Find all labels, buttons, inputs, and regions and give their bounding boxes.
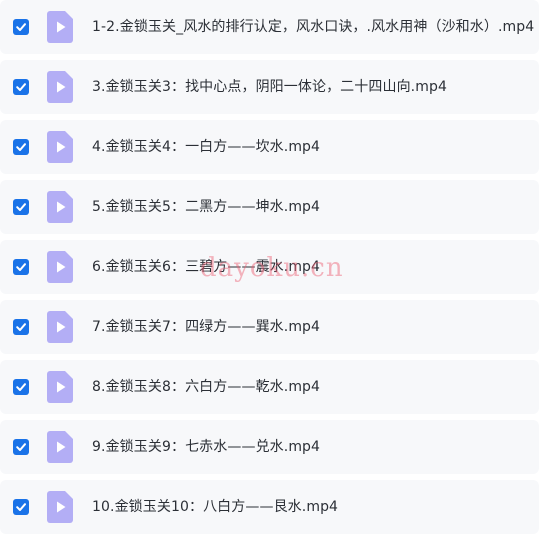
file-name: 7.金锁玉关7：四绿方——巽水.mp4 xyxy=(92,319,321,335)
checkmark-icon xyxy=(16,203,26,211)
checkbox[interactable] xyxy=(13,379,29,395)
video-file-icon xyxy=(47,71,73,103)
video-file-icon xyxy=(47,431,73,463)
file-row[interactable]: 9.金锁玉关9：七赤水——兑水.mp4 xyxy=(0,420,539,474)
video-file-icon xyxy=(47,371,73,403)
checkbox[interactable] xyxy=(13,499,29,515)
video-file-icon xyxy=(47,191,73,223)
checkmark-icon xyxy=(16,23,26,31)
video-file-icon xyxy=(47,131,73,163)
checkbox[interactable] xyxy=(13,319,29,335)
checkmark-icon xyxy=(16,143,26,151)
file-row[interactable]: 3.金锁玉关3：找中心点，阴阳一体论，二十四山向.mp4 xyxy=(0,60,539,114)
checkbox[interactable] xyxy=(13,259,29,275)
file-row[interactable]: 8.金锁玉关8：六白方——乾水.mp4 xyxy=(0,360,539,414)
file-row[interactable]: 10.金锁玉关10：八白方——艮水.mp4 xyxy=(0,480,539,534)
file-list: 1-2.金锁玉关_风水的排行认定，风水口诀，.风水用神（沙和水）.mp4 3.金… xyxy=(0,0,539,536)
checkmark-icon xyxy=(16,263,26,271)
checkmark-icon xyxy=(16,443,26,451)
video-file-icon xyxy=(47,251,73,283)
file-name: 3.金锁玉关3：找中心点，阴阳一体论，二十四山向.mp4 xyxy=(92,79,447,95)
checkbox[interactable] xyxy=(13,199,29,215)
file-name: 5.金锁玉关5：二黑方——坤水.mp4 xyxy=(92,199,321,215)
checkmark-icon xyxy=(16,503,26,511)
file-row[interactable]: 1-2.金锁玉关_风水的排行认定，风水口诀，.风水用神（沙和水）.mp4 xyxy=(0,0,539,54)
file-name: 10.金锁玉关10：八白方——艮水.mp4 xyxy=(92,499,339,515)
file-row[interactable]: 4.金锁玉关4：一白方——坎水.mp4 xyxy=(0,120,539,174)
file-name: 1-2.金锁玉关_风水的排行认定，风水口诀，.风水用神（沙和水）.mp4 xyxy=(92,19,535,35)
video-file-icon xyxy=(47,11,73,43)
checkbox[interactable] xyxy=(13,139,29,155)
file-name: 4.金锁玉关4：一白方——坎水.mp4 xyxy=(92,139,321,155)
checkbox[interactable] xyxy=(13,79,29,95)
checkbox[interactable] xyxy=(13,19,29,35)
video-file-icon xyxy=(47,491,73,523)
checkmark-icon xyxy=(16,383,26,391)
file-row[interactable]: 5.金锁玉关5：二黑方——坤水.mp4 xyxy=(0,180,539,234)
watermark: dayoku.cn xyxy=(200,253,344,283)
file-name: 9.金锁玉关9：七赤水——兑水.mp4 xyxy=(92,439,321,455)
video-file-icon xyxy=(47,311,73,343)
checkbox[interactable] xyxy=(13,439,29,455)
file-row[interactable]: 7.金锁玉关7：四绿方——巽水.mp4 xyxy=(0,300,539,354)
checkmark-icon xyxy=(16,83,26,91)
file-name: 8.金锁玉关8：六白方——乾水.mp4 xyxy=(92,379,321,395)
checkmark-icon xyxy=(16,323,26,331)
